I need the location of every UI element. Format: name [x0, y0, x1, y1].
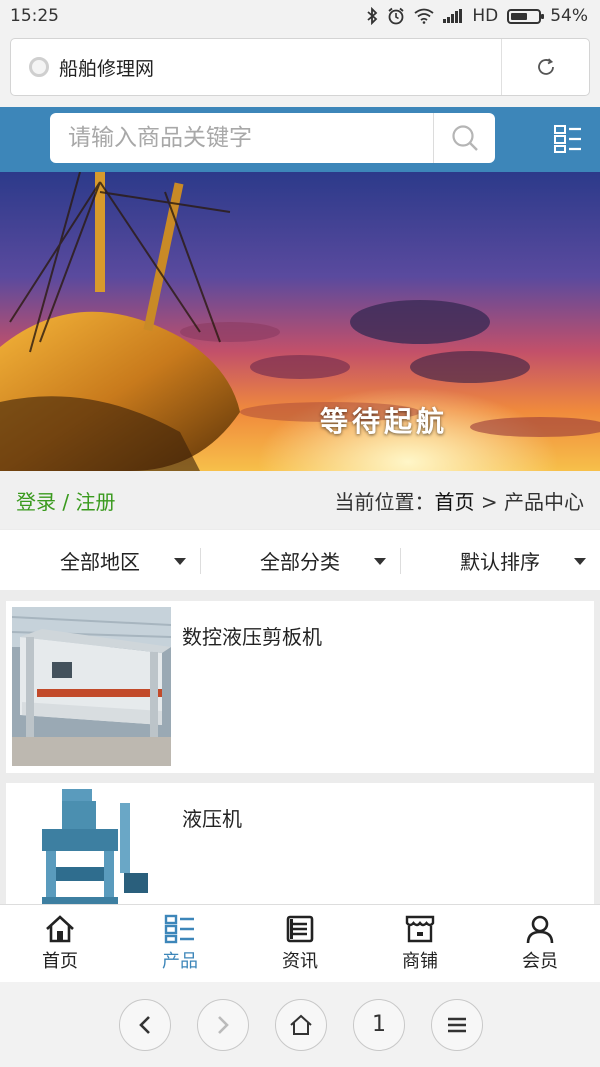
- search-input[interactable]: [50, 113, 433, 163]
- breadcrumb-label: 当前位置：: [334, 489, 435, 514]
- product-thumbnail[interactable]: [12, 607, 171, 766]
- nav-item-news[interactable]: 资讯: [240, 905, 360, 982]
- forward-button[interactable]: [197, 998, 249, 1051]
- product-name[interactable]: 液压机: [182, 803, 242, 832]
- shearing-machine-image: [12, 607, 171, 766]
- nav-label: 资讯: [282, 951, 318, 972]
- browser-bottom-bar: 1: [0, 982, 600, 1067]
- chevron-right-icon: [218, 1015, 229, 1034]
- nav-item-home[interactable]: 首页: [0, 905, 120, 982]
- filter-category-dropdown[interactable]: 全部分类: [200, 530, 400, 590]
- wifi-icon: [414, 8, 434, 24]
- list-item[interactable]: 液压机: [6, 783, 594, 904]
- bluetooth-icon: [367, 7, 378, 25]
- battery-level: 54%: [550, 6, 588, 26]
- news-icon: [286, 915, 314, 943]
- home-outline-icon: [290, 1014, 312, 1035]
- reload-button[interactable]: [501, 39, 589, 95]
- login-register-link[interactable]: 登录 / 注册: [16, 486, 115, 515]
- caret-down-icon: [174, 558, 186, 565]
- nav-label: 产品: [162, 951, 198, 972]
- reload-icon: [537, 58, 554, 75]
- site-icon: [29, 57, 49, 77]
- battery-icon: [507, 8, 545, 24]
- status-time: 15:25: [10, 6, 59, 26]
- alarm-icon: [388, 7, 404, 25]
- browser-toolbar: 船舶修理网: [0, 32, 600, 107]
- breadcrumb-bar: 登录 / 注册 当前位置：首页 > 产品中心: [0, 471, 600, 529]
- tabs-button[interactable]: 1: [353, 998, 405, 1051]
- user-icon: [526, 915, 554, 944]
- search-icon: [451, 125, 478, 151]
- product-thumbnail[interactable]: [12, 789, 171, 904]
- breadcrumb: 当前位置：首页 > 产品中心: [335, 486, 584, 515]
- banner-slogan: 等待起航: [320, 405, 449, 438]
- product-list: 数控液压剪板机 液压机: [0, 598, 600, 904]
- banner-image: [0, 172, 600, 471]
- back-button[interactable]: [119, 998, 171, 1051]
- nav-label: 首页: [42, 951, 78, 972]
- hamburger-icon: [448, 1017, 466, 1032]
- caret-down-icon: [374, 558, 386, 565]
- nav-label: 商铺: [402, 951, 438, 972]
- search-button[interactable]: [433, 113, 495, 163]
- filter-label: 全部分类: [260, 549, 340, 574]
- nav-item-member[interactable]: 会员: [480, 905, 600, 982]
- tab-count: 1: [372, 1012, 386, 1037]
- hydraulic-press-image: [12, 789, 171, 904]
- product-list-icon: [164, 914, 194, 944]
- filter-label: 默认排序: [460, 549, 540, 574]
- menu-grid-icon: [554, 125, 581, 153]
- page-title[interactable]: 船舶修理网: [59, 54, 501, 81]
- category-menu-button[interactable]: [554, 125, 582, 153]
- breadcrumb-separator: >: [474, 489, 504, 514]
- browser-menu-button[interactable]: [431, 998, 483, 1051]
- bottom-nav: 首页 产品 资讯 商铺 会员: [0, 904, 600, 982]
- filter-sort-dropdown[interactable]: 默认排序: [400, 530, 600, 590]
- network-type: HD: [472, 6, 499, 26]
- filter-bar: 全部地区 全部分类 默认排序: [0, 530, 600, 590]
- filter-region-dropdown[interactable]: 全部地区: [0, 530, 200, 590]
- list-item[interactable]: 数控液压剪板机: [6, 601, 594, 773]
- caret-down-icon: [574, 558, 586, 565]
- search-box: [50, 113, 495, 163]
- filter-label: 全部地区: [60, 549, 140, 574]
- shop-icon: [405, 915, 435, 943]
- promo-banner[interactable]: 等待起航: [0, 172, 600, 471]
- home-button[interactable]: [275, 998, 327, 1051]
- nav-item-products[interactable]: 产品: [120, 905, 240, 982]
- status-bar: 15:25 HD 54%: [0, 0, 600, 32]
- product-name[interactable]: 数控液压剪板机: [182, 621, 322, 650]
- nav-item-shops[interactable]: 商铺: [360, 905, 480, 982]
- home-icon: [46, 915, 74, 943]
- breadcrumb-home-link[interactable]: 首页: [435, 490, 475, 514]
- nav-label: 会员: [522, 951, 558, 972]
- site-header: [0, 107, 600, 172]
- signal-icon: [443, 9, 463, 23]
- chevron-left-icon: [139, 1015, 150, 1034]
- breadcrumb-current: 产品中心: [504, 489, 584, 514]
- status-icons: HD 54%: [366, 6, 588, 26]
- address-bar[interactable]: 船舶修理网: [10, 38, 590, 96]
